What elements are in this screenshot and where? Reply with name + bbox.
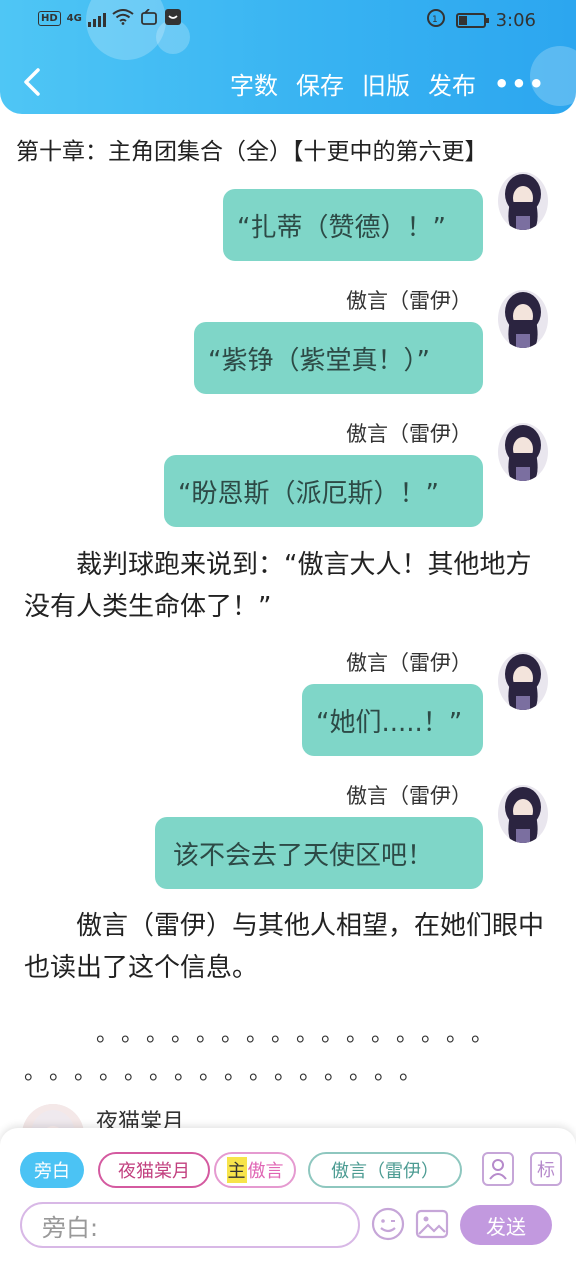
send-button[interactable]: 发送 bbox=[460, 1205, 552, 1245]
image-icon bbox=[415, 1209, 449, 1239]
signal-icon bbox=[87, 11, 106, 27]
status-time: 3:06 bbox=[495, 10, 536, 31]
publish-button[interactable]: 发布 bbox=[428, 66, 476, 101]
more-button[interactable]: ••• bbox=[494, 70, 546, 98]
notification-icon bbox=[140, 8, 158, 28]
battery-icon bbox=[455, 13, 489, 28]
message-bubble[interactable]: “紫铮（紫堂真！）” bbox=[194, 322, 483, 394]
role-chip-label: 傲言（雷伊） bbox=[331, 1161, 439, 1182]
word-count-button[interactable]: 字数 bbox=[230, 66, 278, 101]
message-text: 该不会去了天使区吧！ bbox=[173, 840, 434, 871]
mark-label: 标 bbox=[537, 1160, 555, 1181]
status-bar: HD 4G 1 3:06 bbox=[0, 0, 576, 40]
svg-text:1: 1 bbox=[432, 15, 438, 25]
person-icon bbox=[489, 1159, 507, 1180]
ellipsis-line: 。。。。。。。。。。。。。。。。 bbox=[24, 1022, 508, 1047]
message-text: “盼恩斯（派厄斯）！” bbox=[178, 478, 439, 509]
speaker-name: 傲言（雷伊） bbox=[346, 289, 472, 313]
avatar[interactable] bbox=[498, 172, 548, 230]
toolbar: 字数 保存 旧版 发布 ••• bbox=[230, 66, 546, 101]
avatar[interactable] bbox=[498, 290, 548, 348]
role-chip-cat[interactable]: 夜猫棠月 bbox=[98, 1152, 210, 1188]
speaker-name: 傲言（雷伊） bbox=[346, 422, 472, 446]
role-chip-label: 夜猫棠月 bbox=[118, 1161, 190, 1182]
back-button[interactable] bbox=[20, 62, 50, 102]
role-chip-label: 旁白 bbox=[34, 1161, 70, 1182]
role-chip-lei[interactable]: 傲言（雷伊） bbox=[308, 1152, 462, 1188]
wifi-icon bbox=[112, 9, 134, 28]
narration-text[interactable]: 裁判球跑来说到：“傲言大人！其他地方没有人类生命体了！” bbox=[24, 544, 554, 628]
composer-panel: 旁白 夜猫棠月 主 傲言 傲言（雷伊） 标 旁白: 发送 bbox=[0, 1128, 576, 1280]
avatar[interactable] bbox=[498, 423, 548, 481]
message-text: “紫铮（紫堂真！）” bbox=[208, 345, 430, 376]
chapter-title: 第十章：主角团集合（全）【十更中的第六更】 bbox=[16, 139, 488, 165]
mark-button[interactable]: 标 bbox=[530, 1152, 562, 1186]
volte-icon: 1 bbox=[426, 8, 446, 33]
message-bubble[interactable]: “盼恩斯（派厄斯）！” bbox=[164, 455, 483, 527]
speaker-name: 傲言（雷伊） bbox=[346, 651, 472, 675]
message-input[interactable]: 旁白: bbox=[20, 1202, 360, 1248]
send-label: 发送 bbox=[486, 1214, 526, 1239]
message-text: “扎蒂（赞德）！” bbox=[237, 212, 446, 243]
message-text: “她们.....！” bbox=[316, 707, 463, 738]
back-arrow-icon bbox=[24, 68, 40, 96]
emoji-button[interactable] bbox=[370, 1206, 406, 1242]
network-label: 4G bbox=[66, 13, 82, 24]
avatar[interactable] bbox=[498, 652, 548, 710]
save-button[interactable]: 保存 bbox=[296, 66, 344, 101]
message-bubble[interactable]: “扎蒂（赞德）！” bbox=[223, 189, 483, 261]
app-notification-icon bbox=[164, 8, 182, 29]
image-button[interactable] bbox=[414, 1206, 450, 1242]
input-placeholder: 旁白: bbox=[42, 1213, 99, 1242]
narration-text[interactable]: 傲言（雷伊）与其他人相望，在她们眼中也读出了这个信息。 bbox=[24, 905, 554, 989]
add-role-button[interactable] bbox=[482, 1152, 514, 1186]
main-role-tag: 主 bbox=[226, 1157, 247, 1183]
ellipsis-line: 。。。。。。。。。。。。。。。。 bbox=[24, 1060, 436, 1085]
role-chip-main[interactable]: 主 傲言 bbox=[214, 1152, 296, 1188]
emoji-icon bbox=[371, 1207, 405, 1241]
message-bubble[interactable]: 该不会去了天使区吧！ bbox=[155, 817, 483, 889]
message-bubble[interactable]: “她们.....！” bbox=[302, 684, 483, 756]
app-header: HD 4G 1 3:06 字数 保存 旧版 发布 ••• bbox=[0, 0, 576, 114]
old-version-button[interactable]: 旧版 bbox=[362, 66, 410, 101]
role-chip-label: 傲言 bbox=[247, 1161, 284, 1182]
role-chip-narration[interactable]: 旁白 bbox=[20, 1152, 84, 1188]
avatar[interactable] bbox=[498, 785, 548, 843]
hd-badge: HD bbox=[38, 11, 61, 26]
speaker-name: 傲言（雷伊） bbox=[346, 784, 472, 808]
